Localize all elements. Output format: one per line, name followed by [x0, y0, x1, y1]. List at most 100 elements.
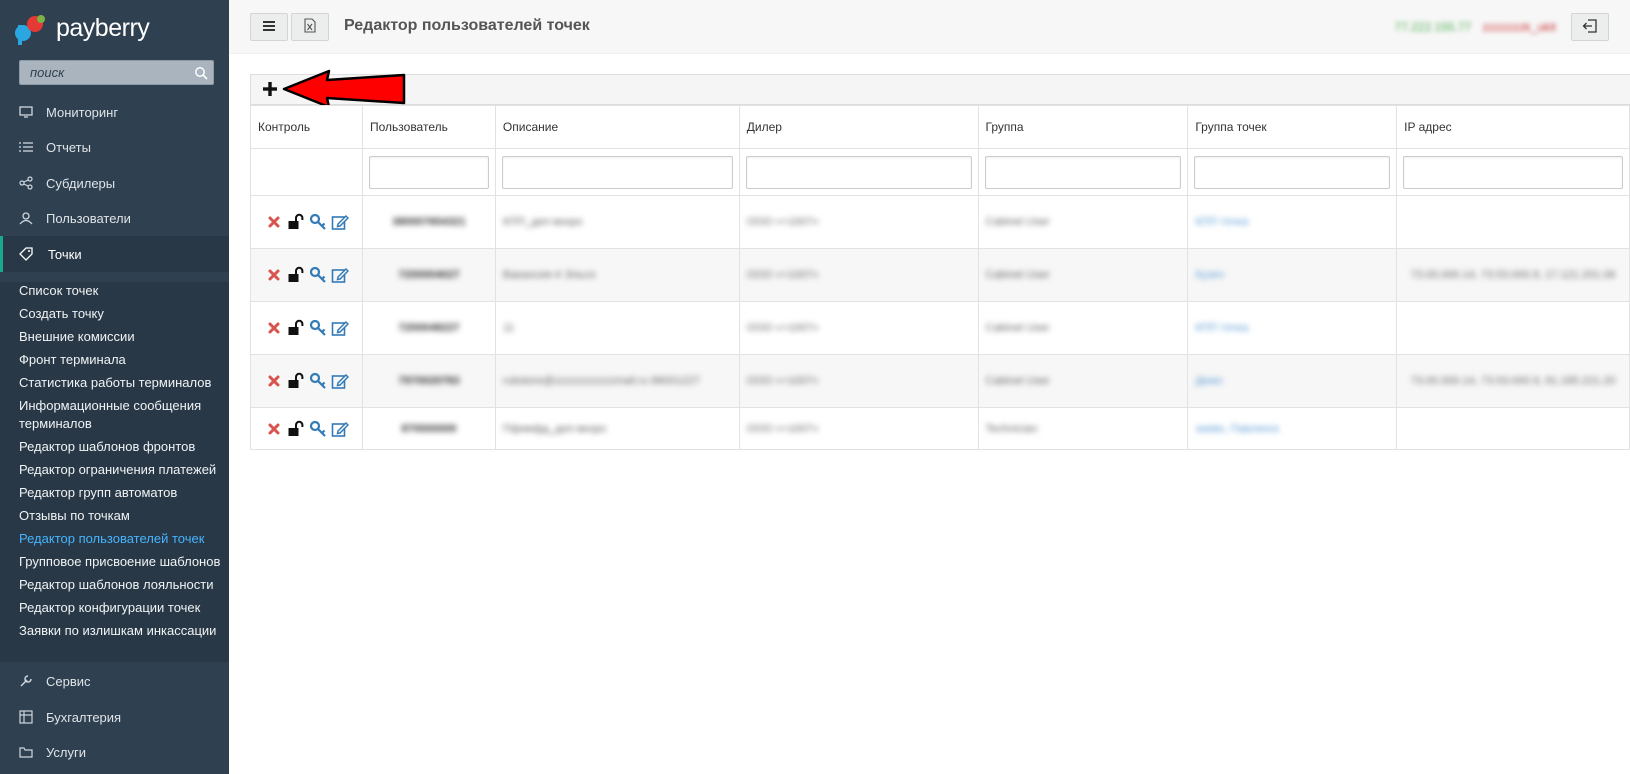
nav-item-accounting[interactable]: Бухгалтерия — [0, 699, 229, 735]
nav-item-users[interactable]: Пользователи — [0, 200, 229, 236]
edit-icon[interactable] — [331, 213, 349, 231]
share-icon — [18, 175, 34, 191]
user-group: Cabinet User — [985, 216, 1050, 228]
ip-addresses: 73.00.000.14, 73.53.000.9, 91.185.221.20 — [1410, 375, 1616, 387]
user-description: 11 — [502, 322, 515, 334]
excel-file-icon — [304, 18, 316, 36]
wrench-icon — [18, 673, 34, 689]
delete-icon[interactable] — [265, 420, 283, 438]
filter-ip-input[interactable] — [1403, 155, 1623, 189]
plus-icon — [259, 82, 281, 103]
submenu-item-point-users-editor[interactable]: Редактор пользователей точек — [19, 530, 227, 548]
nav-item-points[interactable]: Точки — [0, 236, 229, 272]
nav-label: Точки — [48, 246, 82, 262]
brand-name: payberry — [56, 13, 150, 42]
delete-icon[interactable] — [265, 266, 283, 284]
submenu-item-external-fees[interactable]: Внешние комиссии — [19, 328, 227, 346]
export-excel-button[interactable] — [291, 13, 329, 41]
folder-icon — [18, 744, 34, 760]
delete-icon[interactable] — [265, 319, 283, 337]
submenu-item-payment-limits[interactable]: Редактор ограничения платежей — [19, 461, 227, 479]
submenu-item-terminal-messages[interactable]: Информационные сообщения терминалов — [19, 397, 227, 433]
point-group-link[interactable]: заяво, Павлинск — [1195, 423, 1279, 435]
submenu-item-create-point[interactable]: Создать точку — [19, 305, 227, 323]
point-users-table: Контроль Пользователь Описание Дилер Гру… — [250, 105, 1630, 450]
menu-toggle-button[interactable] — [250, 13, 288, 41]
dealer-name: ООО «+1007» — [746, 322, 819, 334]
edit-icon[interactable] — [331, 420, 349, 438]
key-icon[interactable] — [309, 266, 327, 284]
submenu-item-terminal-stats[interactable]: Статистика работы терминалов — [19, 374, 227, 392]
unlock-icon[interactable] — [287, 266, 305, 284]
sidebar: payberry Мониторинг Отчеты Субдилеры Пол… — [0, 0, 229, 774]
control-cell — [250, 195, 363, 249]
filter-point-group-input[interactable] — [1194, 155, 1391, 189]
submenu-item-machine-groups[interactable]: Редактор групп автоматов — [19, 484, 227, 502]
table-row[interactable]: 7970020783 rubstore@zzzzzzzzzzzmail.ru 8… — [250, 354, 1630, 408]
user-login: 7970020783 — [398, 375, 460, 387]
nav-item-subdealers[interactable]: Субдилеры — [0, 165, 229, 201]
unlock-icon[interactable] — [287, 213, 305, 231]
unlock-icon[interactable] — [287, 372, 305, 390]
table-row[interactable]: 380007654321 КПП_деп-вкоро ООО «+1007» C… — [250, 195, 1630, 249]
column-header-point-group[interactable]: Группа точек — [1187, 105, 1398, 149]
submenu-item-front-templates[interactable]: Редактор шаблонов фронтов — [19, 438, 227, 456]
delete-icon[interactable] — [265, 213, 283, 231]
nav-label: Бухгалтерия — [46, 709, 122, 725]
column-header-group[interactable]: Группа — [977, 105, 1189, 149]
search-input[interactable] — [20, 61, 213, 84]
user-icon — [18, 210, 34, 226]
topbar: Редактор пользователей точек 77.222.155.… — [229, 0, 1630, 54]
filter-cell-empty — [250, 148, 363, 196]
point-group-link[interactable]: Демо — [1195, 375, 1222, 387]
point-group-link[interactable]: Кузич — [1195, 269, 1224, 281]
nav-item-service[interactable]: Сервис — [0, 663, 229, 699]
edit-icon[interactable] — [331, 372, 349, 390]
table-header-row: Контроль Пользователь Описание Дилер Гру… — [250, 105, 1630, 149]
point-group-link[interactable]: КПП точка — [1195, 216, 1248, 228]
user-login: 380007654321 — [392, 216, 466, 228]
submenu-item-terminal-front[interactable]: Фронт терминала — [19, 351, 227, 369]
nav-item-reports[interactable]: Отчеты — [0, 129, 229, 165]
submenu-item-point-reviews[interactable]: Отзывы по точкам — [19, 507, 227, 525]
edit-icon[interactable] — [331, 266, 349, 284]
column-header-description[interactable]: Описание — [494, 105, 740, 149]
submenu-item-point-config[interactable]: Редактор конфигурации точек — [19, 599, 227, 617]
edit-icon[interactable] — [331, 319, 349, 337]
table-row[interactable]: 870000000 Пфимфд_деп-вкоро ООО «+1007» T… — [250, 407, 1630, 450]
column-header-dealer[interactable]: Дилер — [738, 105, 979, 149]
add-user-button[interactable] — [259, 78, 281, 100]
nav-item-services[interactable]: Услуги — [0, 734, 229, 770]
search-icon[interactable] — [194, 66, 208, 80]
logout-button[interactable] — [1571, 13, 1609, 41]
filter-dealer-input[interactable] — [745, 155, 972, 189]
user-description: КПП_деп-вкоро — [502, 216, 583, 228]
column-header-user[interactable]: Пользователь — [361, 105, 496, 149]
submenu-item-group-templates[interactable]: Групповое присвоение шаблонов — [19, 553, 227, 571]
point-group-link[interactable]: КПП точка — [1195, 322, 1248, 334]
delete-icon[interactable] — [265, 372, 283, 390]
key-icon[interactable] — [309, 372, 327, 390]
nav-item-monitoring[interactable]: Мониторинг — [0, 94, 229, 130]
unlock-icon[interactable] — [287, 319, 305, 337]
filter-user-input[interactable] — [368, 155, 489, 189]
key-icon[interactable] — [309, 213, 327, 231]
submenu-item-points-list[interactable]: Список точек — [19, 282, 227, 300]
column-header-control[interactable]: Контроль — [250, 105, 363, 149]
filter-description-input[interactable] — [501, 155, 733, 189]
brand-logo[interactable]: payberry — [14, 10, 150, 46]
logout-icon — [1582, 18, 1598, 37]
column-header-ip[interactable]: IP адрес — [1396, 105, 1630, 149]
filter-group-input[interactable] — [984, 155, 1182, 189]
key-icon[interactable] — [309, 420, 327, 438]
user-login: 7200004027 — [398, 269, 460, 281]
unlock-icon[interactable] — [287, 420, 305, 438]
payberry-logo-icon — [14, 11, 48, 45]
table-row[interactable]: 7200004027 Вакансия-4 Эльсо ООО «+1007» … — [250, 248, 1630, 302]
submenu-item-collection-surplus[interactable]: Заявки по излишкам инкассации — [19, 622, 227, 640]
submenu-item-loyalty-templates[interactable]: Редактор шаблонов лояльности — [19, 576, 227, 594]
key-icon[interactable] — [309, 319, 327, 337]
dealer-name: ООО «+1007» — [746, 269, 819, 281]
table-row[interactable]: 7200048227 11 ООО «+1007» Cabinet User К… — [250, 301, 1630, 355]
control-cell — [250, 407, 363, 450]
